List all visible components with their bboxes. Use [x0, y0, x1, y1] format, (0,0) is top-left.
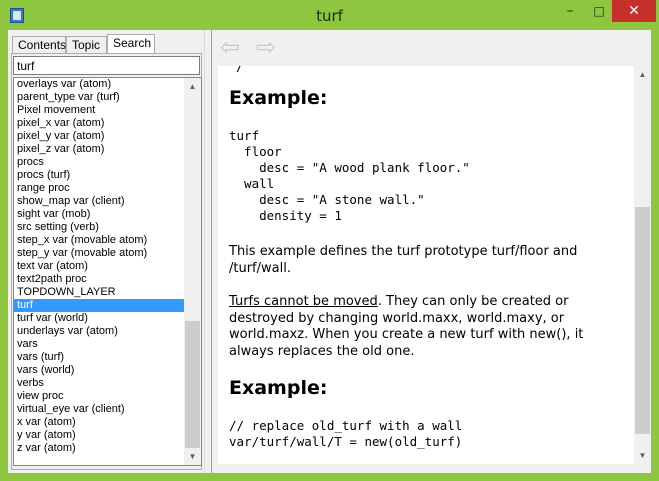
help-window: turf – □ ✕ Contents Topic Search overlay… — [0, 0, 659, 481]
document-scrollbar[interactable]: ▲ ▼ — [634, 66, 651, 464]
list-item[interactable]: z var (atom) — [14, 442, 185, 455]
scroll-down-icon[interactable]: ▼ — [184, 448, 201, 465]
code-block: // replace old_turf with a wall var/turf… — [229, 418, 463, 449]
scroll-up-icon[interactable]: ▲ — [634, 66, 651, 83]
list-item[interactable]: step_y var (movable atom) — [14, 247, 185, 260]
list-item[interactable]: procs (turf) — [14, 169, 185, 182]
list-item[interactable]: range proc — [14, 182, 185, 195]
list-item[interactable]: procs — [14, 156, 185, 169]
navigation-pane: Contents Topic Search overlays var (atom… — [8, 30, 204, 473]
list-item[interactable]: TOPDOWN_LAYER — [14, 286, 185, 299]
document-scroll-thumb[interactable] — [635, 207, 650, 434]
forward-arrow-icon[interactable]: ⇨ — [256, 35, 288, 59]
list-item[interactable]: show_map var (client) — [14, 195, 185, 208]
list-item[interactable]: parent_type var (turf) — [14, 91, 185, 104]
list-item[interactable]: view proc — [14, 390, 185, 403]
example-heading: Example: — [229, 377, 328, 399]
search-results-items: overlays var (atom) parent_type var (turf… — [14, 78, 185, 455]
list-item[interactable]: virtual_eye var (client) — [14, 403, 185, 416]
list-item[interactable]: step_x var (movable atom) — [14, 234, 185, 247]
topic-document: / Example: turf floor desc = "A wood pla… — [218, 66, 651, 464]
turfs-cannot-be-moved-link[interactable]: Turfs cannot be moved — [229, 294, 378, 309]
list-item[interactable]: pixel_z var (atom) — [14, 143, 185, 156]
list-item[interactable]: src setting (verb) — [14, 221, 185, 234]
description-paragraph: This example defines the turf prototype … — [229, 244, 578, 276]
list-item[interactable]: underlays var (atom) — [14, 325, 185, 338]
list-item[interactable]: turf — [14, 299, 185, 312]
list-item[interactable]: overlays var (atom) — [14, 78, 185, 91]
turf-movement-paragraph: Turfs cannot be moved. They can only be … — [229, 294, 621, 360]
list-item[interactable]: pixel_x var (atom) — [14, 117, 185, 130]
search-input[interactable] — [13, 56, 200, 75]
maximize-button[interactable]: □ — [585, 0, 613, 22]
back-arrow-icon[interactable]: ⇦ — [220, 35, 252, 59]
list-item[interactable]: pixel_y var (atom) — [14, 130, 185, 143]
results-scrollbar[interactable]: ▲ ▼ — [184, 78, 201, 465]
list-item[interactable]: Pixel movement — [14, 104, 185, 117]
title-bar[interactable]: turf – □ ✕ — [0, 0, 659, 30]
pane-splitter[interactable] — [204, 30, 212, 473]
code-block: turf floor desc = "A wood plank floor." … — [229, 128, 470, 223]
results-scroll-thumb[interactable] — [185, 321, 200, 448]
list-item[interactable]: y var (atom) — [14, 429, 185, 442]
minimize-button[interactable]: – — [556, 0, 584, 22]
list-item[interactable]: sight var (mob) — [14, 208, 185, 221]
example-heading: Example: — [229, 87, 328, 109]
list-item[interactable]: turf var (world) — [14, 312, 185, 325]
list-item[interactable]: vars (world) — [14, 364, 185, 377]
list-item[interactable]: vars (turf) — [14, 351, 185, 364]
list-item[interactable]: verbs — [14, 377, 185, 390]
list-item[interactable]: text var (atom) — [14, 260, 185, 273]
client-area: Contents Topic Search overlays var (atom… — [8, 30, 651, 473]
close-button[interactable]: ✕ — [612, 0, 656, 22]
list-item[interactable]: vars — [14, 338, 185, 351]
topic-pane: ⇦ ⇨ / Example: turf floor desc = "A wood… — [212, 30, 651, 473]
list-item[interactable]: x var (atom) — [14, 416, 185, 429]
list-item[interactable]: text2path proc — [14, 273, 185, 286]
scroll-up-icon[interactable]: ▲ — [184, 78, 201, 95]
scroll-down-icon[interactable]: ▼ — [634, 447, 651, 464]
search-results-list[interactable]: overlays var (atom) parent_type var (turf… — [13, 77, 202, 466]
clipped-text-fragment: / — [236, 66, 244, 75]
